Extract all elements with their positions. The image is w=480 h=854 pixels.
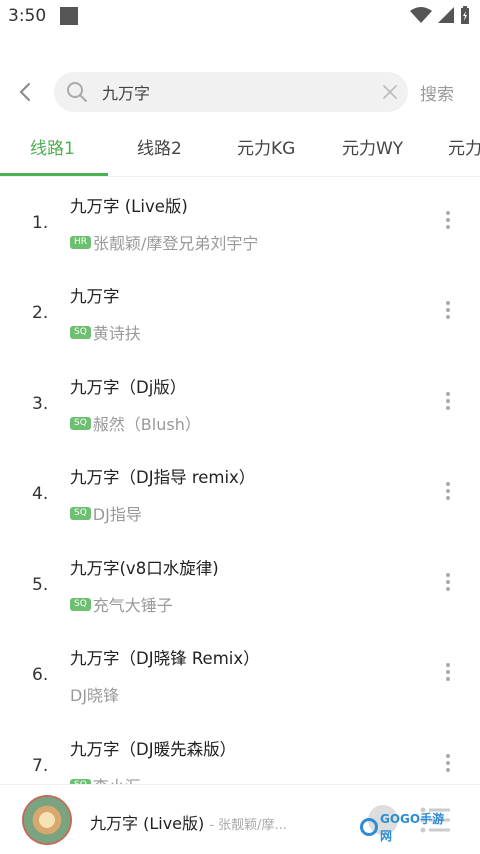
song-title: 九万字	[70, 287, 120, 306]
song-meta: SQ 黄诗扶	[70, 320, 141, 344]
song-title: 九万字(v8口水旋律)	[70, 559, 219, 578]
quality-badge: SQ	[70, 597, 91, 611]
player-title: 九万字 (Live版)	[90, 814, 205, 833]
quality-badge: SQ	[70, 506, 91, 520]
watermark-text: GOGO手游网	[379, 812, 445, 843]
signal-icon	[438, 7, 454, 23]
watermark-logo-icon	[360, 818, 378, 836]
status-icons	[410, 6, 470, 24]
more-options-icon[interactable]	[439, 298, 457, 328]
tab-yuanli-kg[interactable]: 元力KG	[237, 134, 295, 159]
watermark: GOGO手游网	[360, 812, 456, 843]
player-track: 九万字 (Live版) - 张靓颖/摩...	[90, 810, 287, 834]
song-artist: 黄诗扶	[92, 324, 141, 343]
more-options-icon[interactable]	[439, 751, 457, 781]
list-item[interactable]: 5. 九万字(v8口水旋律) SQ 充气大锤子	[0, 542, 480, 632]
song-index: 2.	[32, 303, 49, 323]
song-index: 1.	[32, 213, 49, 233]
search-icon	[67, 82, 87, 102]
tab-yuanli[interactable]: 元力	[448, 134, 480, 159]
song-artist: 赧然（Blush）	[92, 415, 201, 434]
list-item[interactable]: 6. 九万字（DJ晓锋 Remix） DJ晓锋	[0, 632, 480, 722]
song-title: 九万字（Dj版）	[70, 378, 187, 397]
quality-badge: SQ	[70, 416, 91, 430]
search-button[interactable]: 搜索	[420, 80, 454, 105]
notification-icon	[60, 7, 78, 25]
more-options-icon[interactable]	[439, 208, 457, 238]
list-item[interactable]: 1. 九万字 (Live版) HR 张靓颖/摩登兄弟刘宇宁	[0, 180, 480, 270]
song-title: 九万字 (Live版)	[70, 197, 188, 216]
song-index: 6.	[32, 665, 49, 685]
tab-yuanli-wy[interactable]: 元力WY	[342, 134, 403, 159]
song-meta: SQ DJ指导	[70, 501, 142, 525]
list-item[interactable]: 4. 九万字（DJ指导 remix） SQ DJ指导	[0, 451, 480, 541]
clear-icon[interactable]	[382, 84, 398, 100]
song-meta: SQ 赧然（Blush）	[70, 411, 201, 435]
song-title: 九万字（DJ指导 remix）	[70, 468, 256, 487]
song-index: 5.	[32, 575, 49, 595]
wifi-icon	[410, 7, 432, 23]
search-input[interactable]	[102, 80, 362, 104]
search-bar: 搜索	[0, 70, 480, 114]
list-item[interactable]: 2. 九万字 SQ 黄诗扶	[0, 270, 480, 360]
status-time: 3:50	[8, 6, 47, 26]
song-meta: SQ 李小汇	[70, 773, 141, 784]
search-box[interactable]	[54, 72, 408, 112]
song-index: 7.	[32, 756, 49, 776]
song-title: 九万字（DJ暖先森版）	[70, 740, 237, 759]
song-artist: DJ晓锋	[70, 686, 120, 705]
status-bar: 3:50	[0, 0, 480, 34]
more-options-icon[interactable]	[439, 389, 457, 419]
back-arrow-icon[interactable]	[14, 80, 38, 104]
song-meta: SQ 充气大锤子	[70, 592, 173, 616]
more-options-icon[interactable]	[439, 660, 457, 690]
song-title: 九万字（DJ晓锋 Remix）	[70, 649, 260, 668]
tab-line-2[interactable]: 线路2	[137, 134, 182, 159]
song-artist: 充气大锤子	[92, 596, 173, 615]
song-artist: 李小汇	[93, 773, 141, 784]
album-art[interactable]	[22, 795, 72, 845]
song-index: 3.	[32, 394, 49, 414]
battery-icon	[461, 6, 469, 24]
list-item[interactable]: 3. 九万字（Dj版） SQ 赧然（Blush）	[0, 361, 480, 451]
more-options-icon[interactable]	[439, 570, 457, 600]
tab-line-1[interactable]: 线路1	[30, 134, 75, 159]
song-artist: 张靓颖/摩登兄弟刘宇宁	[93, 234, 259, 253]
song-meta: HR 张靓颖/摩登兄弟刘宇宁	[70, 230, 258, 254]
quality-badge: SQ	[70, 325, 91, 339]
source-tabs: 线路1 线路2 元力KG 元力WY 元力	[0, 126, 480, 177]
song-list: 1. 九万字 (Live版) HR 张靓颖/摩登兄弟刘宇宁 2. 九万字 SQ …	[0, 180, 480, 784]
tab-indicator	[0, 173, 108, 176]
player-artist: - 张靓颖/摩...	[209, 818, 287, 833]
song-artist: DJ指导	[92, 505, 142, 524]
song-index: 4.	[32, 484, 49, 504]
list-item[interactable]: 7. 九万字（DJ暖先森版） SQ 李小汇	[0, 723, 480, 784]
quality-badge: HR	[70, 235, 92, 249]
mini-player[interactable]: 九万字 (Live版) - 张靓颖/摩... GOGO手游网	[0, 784, 480, 854]
more-options-icon[interactable]	[439, 479, 457, 509]
song-meta: DJ晓锋	[70, 682, 119, 706]
